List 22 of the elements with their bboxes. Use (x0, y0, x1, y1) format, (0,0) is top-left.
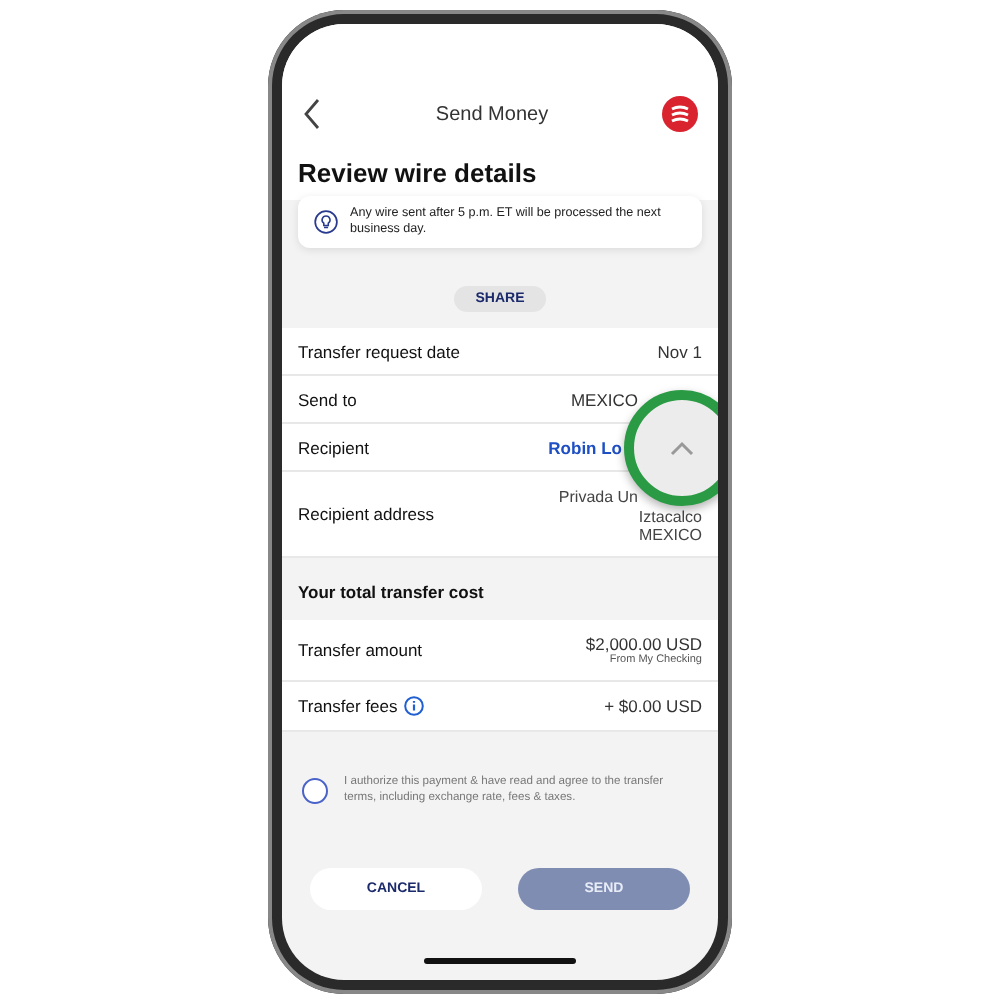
screen-title: Send Money (435, 103, 549, 125)
cost-label: Transfer fees (298, 695, 398, 716)
detail-label: Transfer request date (298, 341, 460, 362)
cost-value: + $0.00 USD (604, 695, 702, 716)
cost-value: $2,000.00 USD (585, 633, 702, 654)
section-heading: Your total transfer cost (296, 579, 486, 606)
address-line: MEXICO (638, 525, 702, 544)
recipient-link[interactable]: Robin Lo (548, 437, 622, 458)
consent-checkbox[interactable] (302, 778, 328, 805)
logo-icon (662, 96, 698, 132)
address-line: Privada Un (558, 488, 638, 508)
detail-value: MEXICO (570, 389, 638, 410)
detail-label: Send to (298, 389, 357, 410)
detail-label: Recipient (298, 437, 369, 458)
cost-label: Transfer amount (298, 639, 423, 660)
info-icon[interactable] (403, 695, 424, 716)
page-title: Review wire details (282, 146, 718, 200)
lightbulb-icon (314, 208, 339, 237)
detail-label: Recipient address (298, 504, 435, 525)
detail-value: Nov 1 (657, 341, 702, 362)
back-icon[interactable] (302, 98, 322, 130)
address-line: Iztacalco (638, 507, 702, 526)
